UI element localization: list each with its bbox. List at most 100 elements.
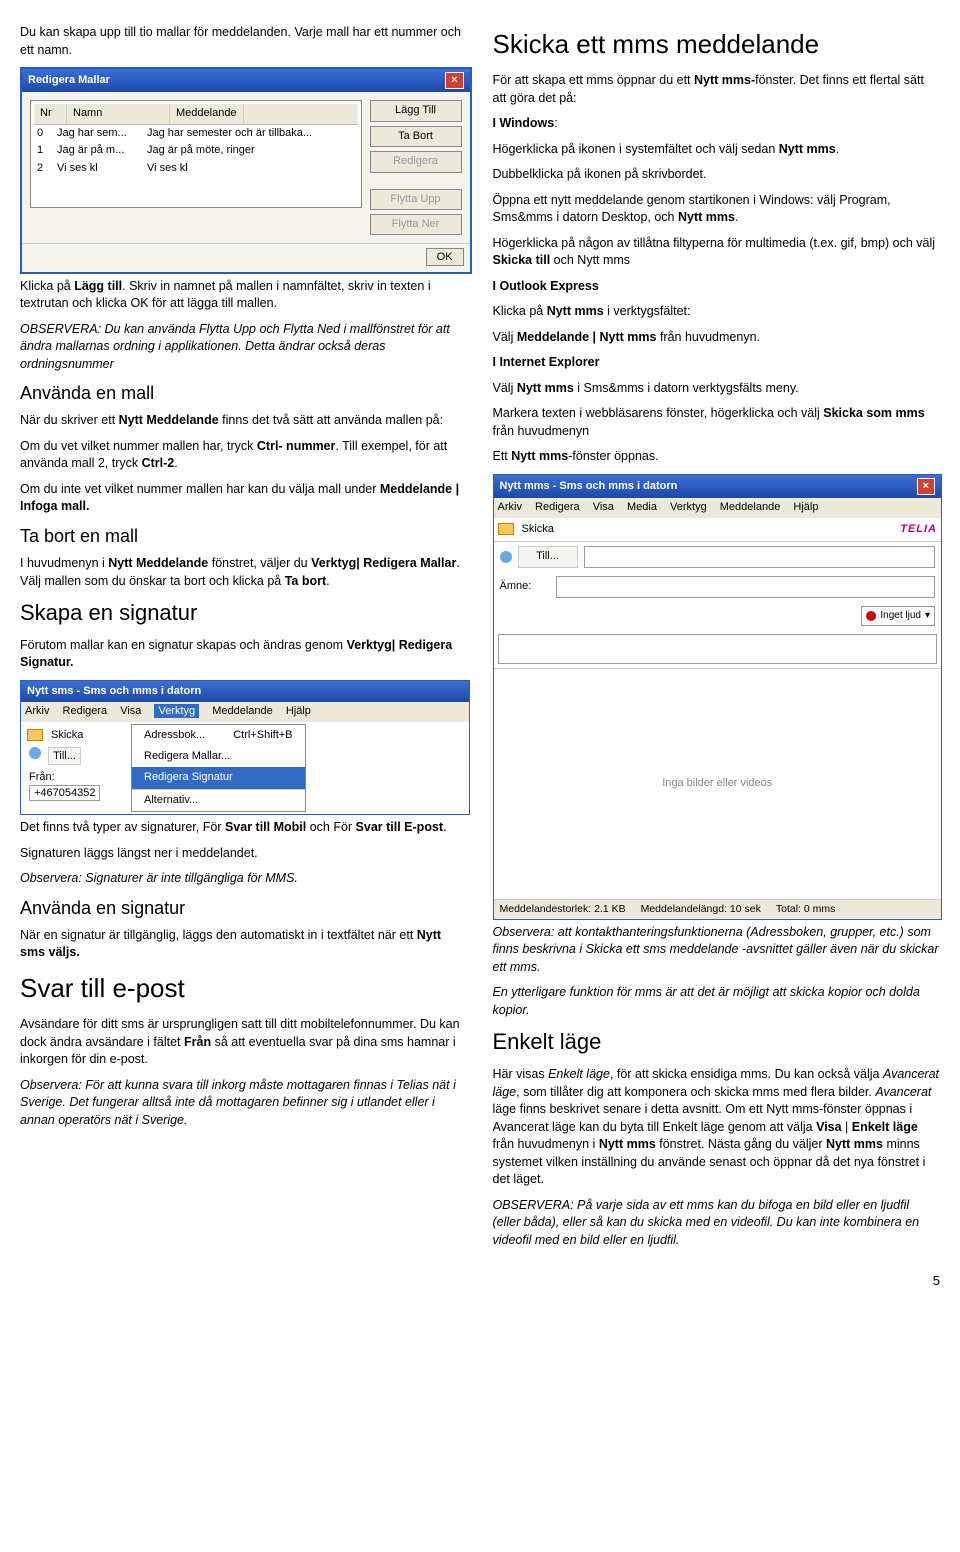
left-column: Du kan skapa upp till tio mallar för med… [20,20,468,1257]
text-input[interactable] [498,634,938,664]
person-icon [29,747,41,759]
col-name: Namn [67,104,170,123]
mms-content-area[interactable]: Inga bilder eller videos [494,668,942,899]
heading-send-mms: Skicka ett mms meddelande [493,26,941,62]
menu-redigera[interactable]: Redigera [63,705,108,717]
body-text: Klicka på Lägg till. Skriv in namnet på … [20,278,468,313]
page-number: 5 [20,1272,940,1290]
chevron-down-icon: ▾ [925,609,930,623]
menu-edit-signature[interactable]: Redigera Signatur [132,767,305,788]
heading-remove-template: Ta bort en mall [20,524,468,549]
heading-use-template: Använda en mall [20,381,468,406]
body-text: Om du vet vilket nummer mallen har, tryc… [20,438,468,473]
menu-redigera[interactable]: Redigera [535,501,580,513]
subject-input[interactable] [556,576,936,598]
body-text: För att skapa ett mms öppnar du ett Nytt… [493,72,941,107]
close-icon[interactable]: × [917,478,935,495]
no-sound-icon [866,611,876,621]
menu-verktyg[interactable]: Verktyg [670,501,707,513]
add-button[interactable]: Lägg Till [370,100,462,121]
sound-selector[interactable]: Inget ljud ▾ [861,606,935,626]
menu-options[interactable]: Alternativ... [132,790,305,811]
body-text: Välj Meddelande | Nytt mms från huvudmen… [493,329,941,347]
list-row[interactable]: 0 Jag har sem... Jag har semester och är… [34,125,358,142]
body-text: Avsändare för ditt sms är ursprungligen … [20,1016,468,1069]
new-mms-window: Nytt mms - Sms och mms i datorn × Arkiv … [493,474,943,920]
body-text: Öppna ett nytt meddelande genom startiko… [493,192,941,227]
menubar[interactable]: Arkiv Redigera Visa Verktyg Meddelande H… [21,702,469,721]
right-column: Skicka ett mms meddelande För att skapa … [493,20,941,1257]
observe-text: OBSERVERA: På varje sida av ett mms kan … [493,1197,941,1250]
menu-arkiv[interactable]: Arkiv [498,501,522,513]
body-text: Observera: Signaturer är inte tillgängli… [20,870,468,888]
col-msg: Meddelande [170,104,244,123]
menu-addressbook[interactable]: Adressbok... Ctrl+Shift+B [132,725,305,746]
body-text: En ytterligare funktion för mms är att d… [493,984,941,1019]
send-button[interactable]: Skicka [51,728,83,743]
edit-button[interactable]: Redigera [370,151,462,172]
to-input[interactable] [584,546,936,568]
intro-text: Du kan skapa upp till tio mallar för med… [20,24,468,59]
status-bar: Meddelandestorlek: 2.1 KB Meddelandeläng… [494,899,942,919]
heading-use-signature: Använda en signatur [20,896,468,921]
body-text: Det finns två typer av signaturer, För S… [20,819,468,837]
menu-verktyg[interactable]: Verktyg [154,704,199,718]
verktyg-dropdown[interactable]: Adressbok... Ctrl+Shift+B Redigera Malla… [131,724,306,813]
body-text: Här visas Enkelt läge, för att skicka en… [493,1066,941,1189]
heading-create-signature: Skapa en signatur [20,598,468,629]
menu-meddelande[interactable]: Meddelande [212,705,273,717]
window-title: Nytt sms - Sms och mms i datorn [27,684,201,699]
from-value: +467054352 [29,785,100,801]
body-text: Ett Nytt mms-fönster öppnas. [493,448,941,466]
send-button[interactable]: Skicka [522,522,554,537]
ok-button[interactable]: OK [426,248,464,266]
mail-icon [498,523,514,535]
new-sms-window: Nytt sms - Sms och mms i datorn Arkiv Re… [20,680,470,815]
body-text: Förutom mallar kan en signatur skapas oc… [20,637,468,672]
observe-text: Observera: att kontakthanteringsfunktion… [493,924,941,977]
heading-reply-email: Svar till e-post [20,970,468,1006]
body-text: Klicka på Nytt mms i verktygsfältet: [493,303,941,321]
subject-label: Ämne: [500,579,550,594]
subhead-windows: I Windows [493,116,555,130]
to-button[interactable]: Till... [48,747,81,765]
body-text: Högerklicka på ikonen i systemfältet och… [493,141,941,159]
menu-media[interactable]: Media [627,501,657,513]
body-text: Dubbelklicka på ikonen på skrivbordet. [493,166,941,184]
mail-icon [27,729,43,741]
person-icon [500,551,512,563]
menu-arkiv[interactable]: Arkiv [25,705,49,717]
menu-visa[interactable]: Visa [120,705,141,717]
menu-meddelande[interactable]: Meddelande [720,501,781,513]
menubar[interactable]: Arkiv Redigera Visa Media Verktyg Meddel… [494,498,942,517]
body-text: När du skriver ett Nytt Meddelande finns… [20,412,468,430]
body-text: I huvudmenyn i Nytt Meddelande fönstret,… [20,555,468,590]
menu-hjalp[interactable]: Hjälp [286,705,311,717]
move-down-button[interactable]: Flytta Ner [370,214,462,235]
telia-logo: TELIA [900,522,937,537]
body-text: Signaturen läggs längst ner i meddelande… [20,845,468,863]
dialog-title: Redigera Mallar [28,73,110,88]
body-text: Om du inte vet vilket nummer mallen har … [20,481,468,516]
move-up-button[interactable]: Flytta Upp [370,189,462,210]
list-row[interactable]: 1 Jag är på m... Jag är på möte, ringer [34,142,358,159]
body-text: Välj Nytt mms i Sms&mms i datorn verktyg… [493,380,941,398]
menu-visa[interactable]: Visa [593,501,614,513]
observe-text: Observera: För att kunna svara till inko… [20,1077,468,1130]
list-row[interactable]: 2 Vi ses kl Vi ses kl [34,160,358,177]
from-label: Från: [29,771,55,783]
menu-hjalp[interactable]: Hjälp [793,501,818,513]
edit-templates-dialog: Redigera Mallar × Nr Namn Meddelande 0 J… [20,67,472,274]
subhead-outlook: I Outlook Express [493,279,599,293]
body-text: När en signatur är tillgänglig, läggs de… [20,927,468,962]
close-icon[interactable]: × [445,72,463,89]
observe-text: OBSERVERA: Du kan använda Flytta Upp och… [20,321,468,374]
heading-simple-mode: Enkelt läge [493,1027,941,1058]
remove-button[interactable]: Ta Bort [370,126,462,147]
to-button[interactable]: Till... [518,546,578,567]
window-title: Nytt mms - Sms och mms i datorn [500,479,678,494]
subhead-ie: I Internet Explorer [493,355,600,369]
menu-edit-templates[interactable]: Redigera Mallar... [132,746,305,767]
template-list[interactable]: Nr Namn Meddelande 0 Jag har sem... Jag … [30,100,362,208]
col-nr: Nr [34,104,67,123]
